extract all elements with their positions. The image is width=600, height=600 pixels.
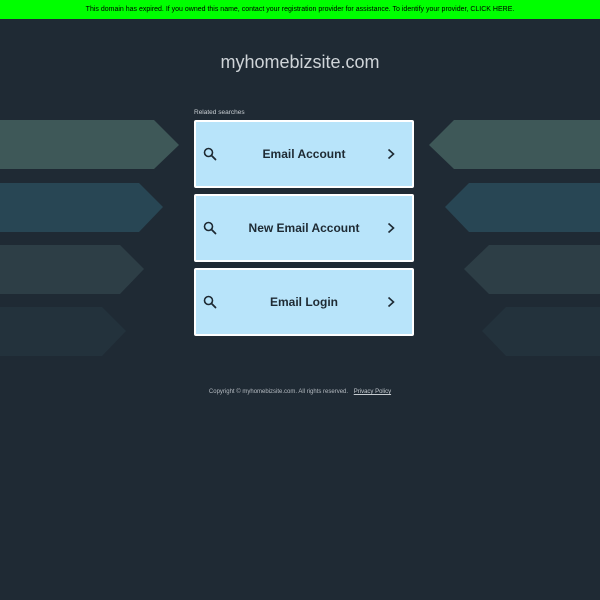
related-search-label: Email Account bbox=[262, 147, 346, 161]
copyright-text: Copyright © myhomebizsite.com. All right… bbox=[208, 389, 349, 395]
related-search-label: New Email Account bbox=[248, 221, 360, 235]
chevron-right-icon bbox=[387, 222, 395, 234]
related-search-label: Email Login bbox=[269, 295, 338, 309]
related-search-new-email-account[interactable]: New Email Account bbox=[194, 194, 414, 262]
decor-arrow-left-2 bbox=[0, 183, 163, 232]
footer: Copyright © myhomebizsite.com. All right… bbox=[0, 389, 600, 395]
decor-arrow-left-4 bbox=[0, 307, 126, 356]
privacy-policy-link[interactable]: Privacy Policy bbox=[354, 389, 391, 395]
decor-arrow-right-3 bbox=[464, 245, 600, 294]
decor-arrow-right-2 bbox=[445, 183, 600, 232]
decor-arrow-right-1 bbox=[429, 120, 600, 169]
related-searches-label: Related searches bbox=[194, 109, 245, 116]
expired-domain-banner[interactable]: This domain has expired. If you owned th… bbox=[0, 0, 600, 19]
related-search-email-account[interactable]: Email Account bbox=[194, 120, 414, 188]
decor-arrow-left-3 bbox=[0, 245, 144, 294]
site-title: myhomebizsite.com bbox=[220, 52, 380, 72]
decor-arrow-right-4 bbox=[482, 307, 600, 356]
related-search-email-login[interactable]: Email Login bbox=[194, 268, 414, 336]
chevron-right-icon bbox=[387, 148, 395, 160]
decor-arrow-left-1 bbox=[0, 120, 179, 169]
chevron-right-icon bbox=[387, 296, 395, 308]
